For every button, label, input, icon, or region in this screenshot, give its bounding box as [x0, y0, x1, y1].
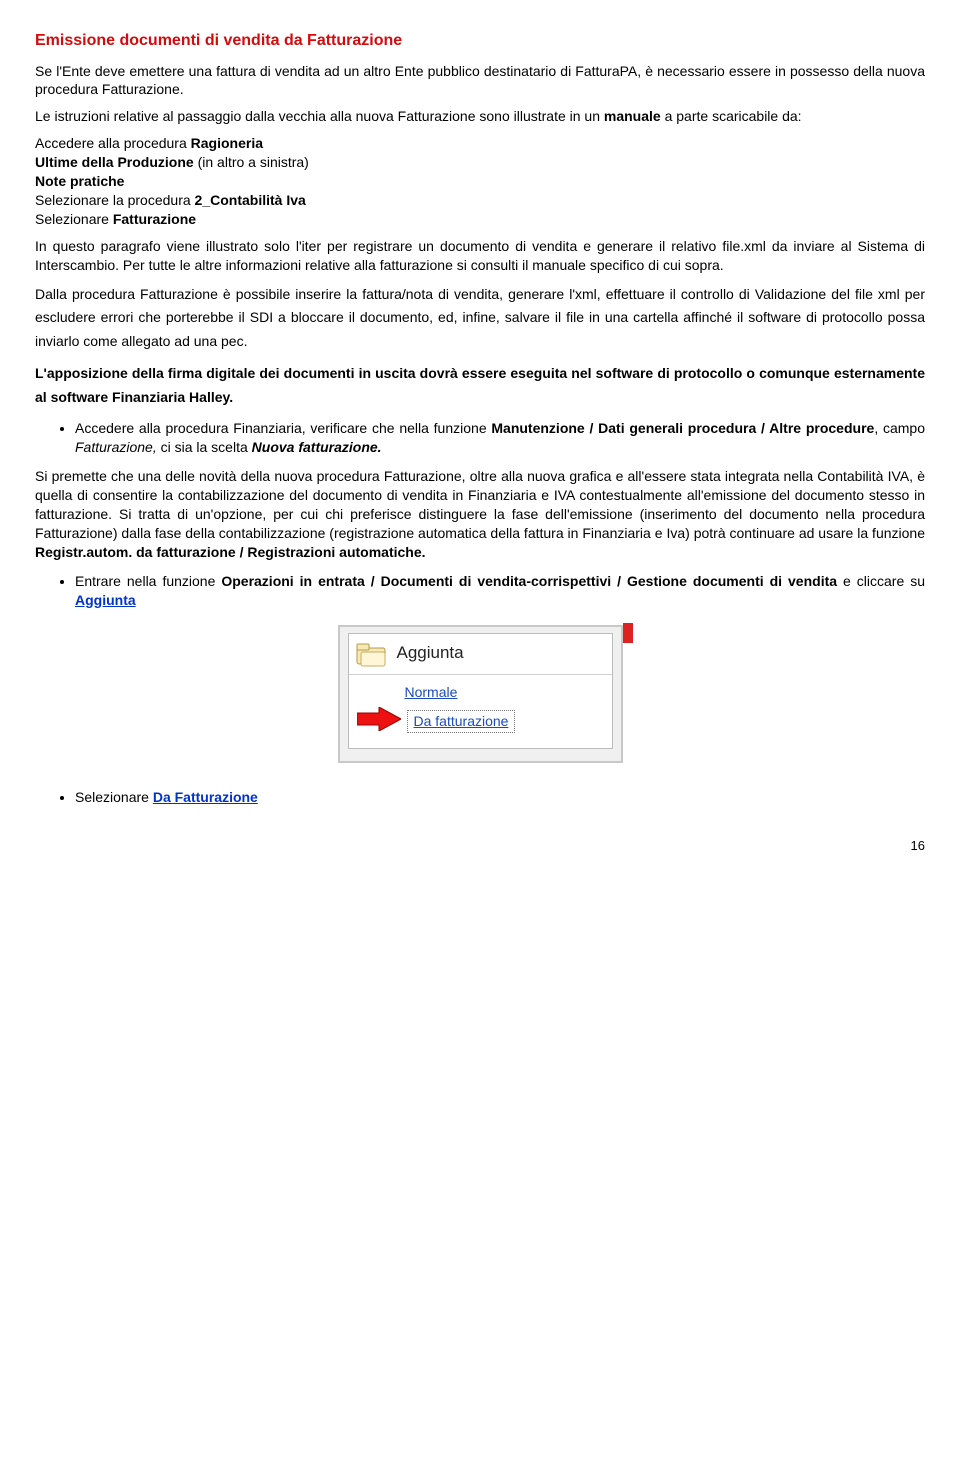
paragraph-firma-digitale: L'apposizione della firma digitale dei d… [35, 362, 925, 410]
text-notepratiche: Note pratiche [35, 173, 124, 189]
text-ultimeprod: Ultime della Produzione [35, 154, 194, 170]
paragraph-instructions-intro: Le istruzioni relative al passaggio dall… [35, 107, 925, 126]
text: (in altro a sinistra) [194, 154, 309, 170]
folder-icon [355, 640, 389, 668]
text: Operazioni in entrata / Documenti di ven… [221, 573, 837, 589]
red-marker [623, 623, 633, 643]
steps-list: Accedere alla procedura Ragioneria Ultim… [35, 134, 925, 228]
screenshot-container: Aggiunta Normale Da fatturazione [35, 625, 925, 764]
paragraph-fatturazione-desc: Dalla procedura Fatturazione è possibile… [35, 283, 925, 354]
page-number: 16 [35, 837, 925, 855]
option-dafatturazione[interactable]: Da fatturazione [407, 710, 516, 733]
text: Accedere alla procedura Finanziaria, ver… [75, 420, 491, 436]
text: , campo [874, 420, 925, 436]
list-item: Entrare nella funzione Operazioni in ent… [75, 572, 925, 610]
text: ci sia la scelta [157, 439, 252, 455]
menu-options: Normale Da fatturazione [349, 675, 612, 741]
arrow-icon [357, 707, 401, 736]
screenshot-inner: Aggiunta Normale Da fatturazione [348, 633, 613, 750]
option-dafatturazione-row: Da fatturazione [357, 707, 602, 736]
bullet-list-3: Selezionare Da Fatturazione [35, 788, 925, 807]
text: Selezionare [35, 211, 113, 227]
text: a parte scaricabile da: [661, 108, 802, 124]
text-ragioneria: Ragioneria [191, 135, 263, 151]
list-item: Selezionare Da Fatturazione [75, 788, 925, 807]
section-title: Emissione documenti di vendita da Fattur… [35, 30, 925, 52]
manuale-word: manuale [604, 108, 661, 124]
text: Si premette che una delle novità della n… [35, 468, 925, 541]
paragraph-intro: Se l'Ente deve emettere una fattura di v… [35, 62, 925, 100]
list-item: Accedere alla procedura Finanziaria, ver… [75, 419, 925, 457]
text: Selezionare [75, 789, 153, 805]
aggiunta-label: Aggiunta [397, 642, 464, 665]
aggiunta-link[interactable]: Aggiunta [75, 592, 136, 608]
da-fatturazione-link[interactable]: Da Fatturazione [153, 789, 258, 805]
aggiunta-menu-header[interactable]: Aggiunta [349, 638, 612, 675]
text: Nuova fatturazione. [252, 439, 382, 455]
text: Manutenzione / Dati generali procedura /… [491, 420, 874, 436]
option-normale[interactable]: Normale [405, 683, 602, 702]
text: Selezionare la procedura [35, 192, 195, 208]
text-contabilita: 2_Contabilità Iva [195, 192, 306, 208]
paragraph-novita: Si premette che una delle novità della n… [35, 467, 925, 561]
bullet-list-2: Entrare nella funzione Operazioni in ent… [35, 572, 925, 610]
text: Fatturazione, [75, 439, 157, 455]
text: Registr.autom. da fatturazione / Registr… [35, 544, 426, 560]
text: Entrare nella funzione [75, 573, 221, 589]
text: Le istruzioni relative al passaggio dall… [35, 108, 604, 124]
text-fatturazione: Fatturazione [113, 211, 196, 227]
paragraph-scope: In questo paragrafo viene illustrato sol… [35, 237, 925, 275]
screenshot: Aggiunta Normale Da fatturazione [338, 625, 623, 764]
text: Accedere alla procedura [35, 135, 191, 151]
bullet-list-1: Accedere alla procedura Finanziaria, ver… [35, 419, 925, 457]
text: e cliccare su [837, 573, 925, 589]
